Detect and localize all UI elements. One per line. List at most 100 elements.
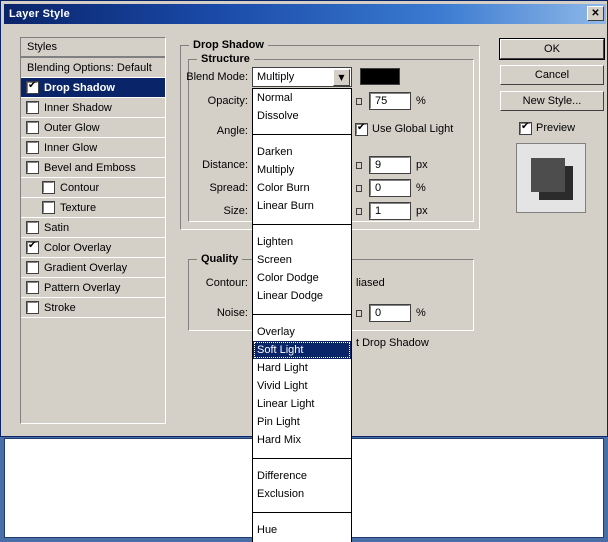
- dropdown-item-difference[interactable]: Difference: [253, 467, 351, 485]
- sidebar-item-gradient-overlay[interactable]: Gradient Overlay: [21, 258, 165, 278]
- spread-slider-handle[interactable]: [356, 185, 362, 192]
- dropdown-separator: [253, 215, 351, 225]
- screen: Layer Style ✕ Styles Blending Options: D…: [0, 0, 608, 542]
- distance-unit: px: [416, 159, 428, 171]
- effect-checkbox[interactable]: [26, 261, 39, 274]
- effect-checkbox[interactable]: [42, 181, 55, 194]
- dropdown-item-exclusion[interactable]: Exclusion: [253, 485, 351, 503]
- dropdown-item-color-dodge[interactable]: Color Dodge: [253, 269, 351, 287]
- sidebar-item-label: Contour: [60, 181, 100, 194]
- sidebar-item-label: Bevel and Emboss: [44, 161, 136, 174]
- dropdown-separator-gap: [253, 459, 351, 467]
- sidebar-item-drop-shadow[interactable]: Drop Shadow: [21, 78, 165, 98]
- size-input[interactable]: 1: [369, 202, 411, 220]
- blend-mode-dropdown-list[interactable]: Normal Dissolve Darken Multiply Color Burn Li…: [252, 88, 352, 542]
- sidebar-item-label: Texture: [60, 201, 97, 214]
- sidebar-item-stroke[interactable]: Stroke: [21, 298, 165, 318]
- sidebar-item-color-overlay[interactable]: Color Overlay: [21, 238, 165, 258]
- sidebar-item-texture[interactable]: Texture: [21, 198, 165, 218]
- style-effect-rows: Drop Shadow Inner Shadow Outer Glow Inner G…: [21, 78, 165, 318]
- effect-checkbox[interactable]: [26, 161, 39, 174]
- sidebar-item-contour[interactable]: Contour: [21, 178, 165, 198]
- preview-checkbox[interactable]: [519, 121, 532, 135]
- structure-group-title: Structure: [197, 53, 254, 65]
- effect-checkbox[interactable]: [26, 80, 39, 94]
- dialog-titlebar: Layer Style ✕: [4, 4, 606, 24]
- sidebar-item-pattern-overlay[interactable]: Pattern Overlay: [21, 278, 165, 298]
- effect-checkbox[interactable]: [26, 121, 39, 134]
- sidebar-item-bevel-and-emboss[interactable]: Bevel and Emboss: [21, 158, 165, 178]
- noise-slider-handle[interactable]: [356, 310, 362, 317]
- preview-label: Preview: [536, 122, 576, 134]
- dropdown-separator: [253, 503, 351, 513]
- cancel-button[interactable]: Cancel: [500, 65, 604, 85]
- size-slider-handle[interactable]: [356, 208, 362, 215]
- use-global-light-row[interactable]: Use Global Light: [355, 122, 454, 136]
- dropdown-item-soft-light[interactable]: Soft Light: [253, 341, 351, 359]
- effect-checkbox[interactable]: [26, 301, 39, 314]
- sidebar-item-inner-glow[interactable]: Inner Glow: [21, 138, 165, 158]
- effect-checkbox[interactable]: [26, 281, 39, 294]
- dropdown-item-vivid-light[interactable]: Vivid Light: [253, 377, 351, 395]
- dropdown-separator: [253, 125, 351, 135]
- styles-header-label: Styles: [27, 41, 57, 53]
- opacity-input[interactable]: 75: [369, 92, 411, 110]
- sidebar-item-label: Color Overlay: [44, 241, 112, 254]
- dropdown-item-color-burn[interactable]: Color Burn: [253, 179, 351, 197]
- effect-checkbox[interactable]: [26, 141, 39, 154]
- sidebar-item-blending-options[interactable]: Blending Options: Default: [21, 58, 165, 78]
- sidebar-item-label: Inner Shadow: [44, 101, 112, 114]
- dropdown-separator-gap: [253, 513, 351, 521]
- close-icon[interactable]: ✕: [587, 6, 604, 21]
- sidebar-item-satin[interactable]: Satin: [21, 218, 165, 238]
- sidebar-item-outer-glow[interactable]: Outer Glow: [21, 118, 165, 138]
- drop-shadow-group-title: Drop Shadow: [189, 39, 268, 51]
- effect-checkbox[interactable]: [26, 101, 39, 114]
- distance-slider-handle[interactable]: [356, 162, 362, 169]
- spread-label: Spread:: [209, 182, 248, 194]
- shadow-color-swatch[interactable]: [360, 68, 400, 85]
- opacity-unit: %: [416, 95, 426, 107]
- dropdown-item-multiply[interactable]: Multiply: [253, 161, 351, 179]
- dropdown-item-pin-light[interactable]: Pin Light: [253, 413, 351, 431]
- opacity-slider-handle[interactable]: [356, 98, 362, 105]
- dropdown-separator-gap: [253, 135, 351, 143]
- ok-button[interactable]: OK: [499, 38, 605, 60]
- new-style-button[interactable]: New Style...: [500, 91, 604, 111]
- dropdown-item-hard-light[interactable]: Hard Light: [253, 359, 351, 377]
- dropdown-item-hard-mix[interactable]: Hard Mix: [253, 431, 351, 449]
- dropdown-item-darken[interactable]: Darken: [253, 143, 351, 161]
- spread-unit: %: [416, 182, 426, 194]
- spread-input[interactable]: 0: [369, 179, 411, 197]
- size-unit: px: [416, 205, 428, 217]
- effect-checkbox[interactable]: [42, 201, 55, 214]
- effect-checkbox[interactable]: [26, 240, 39, 254]
- use-global-light-checkbox[interactable]: [355, 122, 368, 136]
- blend-mode-value: Multiply: [257, 71, 295, 83]
- anti-aliased-label: liased: [356, 277, 385, 289]
- styles-list-empty-area: [21, 318, 165, 423]
- dropdown-item-linear-burn[interactable]: Linear Burn: [253, 197, 351, 215]
- use-global-light-label: Use Global Light: [372, 123, 454, 135]
- sidebar-item-label: Pattern Overlay: [44, 281, 121, 294]
- noise-input[interactable]: 0: [369, 304, 411, 322]
- dropdown-item-lighten[interactable]: Lighten: [253, 233, 351, 251]
- distance-input[interactable]: 9: [369, 156, 411, 174]
- blend-mode-select[interactable]: Multiply ▼: [252, 67, 352, 87]
- chevron-down-icon[interactable]: ▼: [333, 68, 350, 86]
- dropdown-item-linear-light[interactable]: Linear Light: [253, 395, 351, 413]
- preview-row[interactable]: Preview: [519, 121, 576, 135]
- dropdown-item-overlay[interactable]: Overlay: [253, 323, 351, 341]
- dropdown-item-dissolve[interactable]: Dissolve: [253, 107, 351, 125]
- dropdown-separator-gap: [253, 315, 351, 323]
- styles-list-header: Styles: [21, 38, 165, 58]
- sidebar-item-inner-shadow[interactable]: Inner Shadow: [21, 98, 165, 118]
- dropdown-item-linear-dodge[interactable]: Linear Dodge: [253, 287, 351, 305]
- dropdown-separator: [253, 305, 351, 315]
- styles-list[interactable]: Styles Blending Options: Default Drop Sh…: [20, 37, 166, 424]
- dropdown-item-hue[interactable]: Hue: [253, 521, 351, 539]
- dropdown-item-normal[interactable]: Normal: [253, 89, 351, 107]
- dropdown-item-screen[interactable]: Screen: [253, 251, 351, 269]
- effect-checkbox[interactable]: [26, 221, 39, 234]
- noise-label: Noise:: [216, 307, 248, 319]
